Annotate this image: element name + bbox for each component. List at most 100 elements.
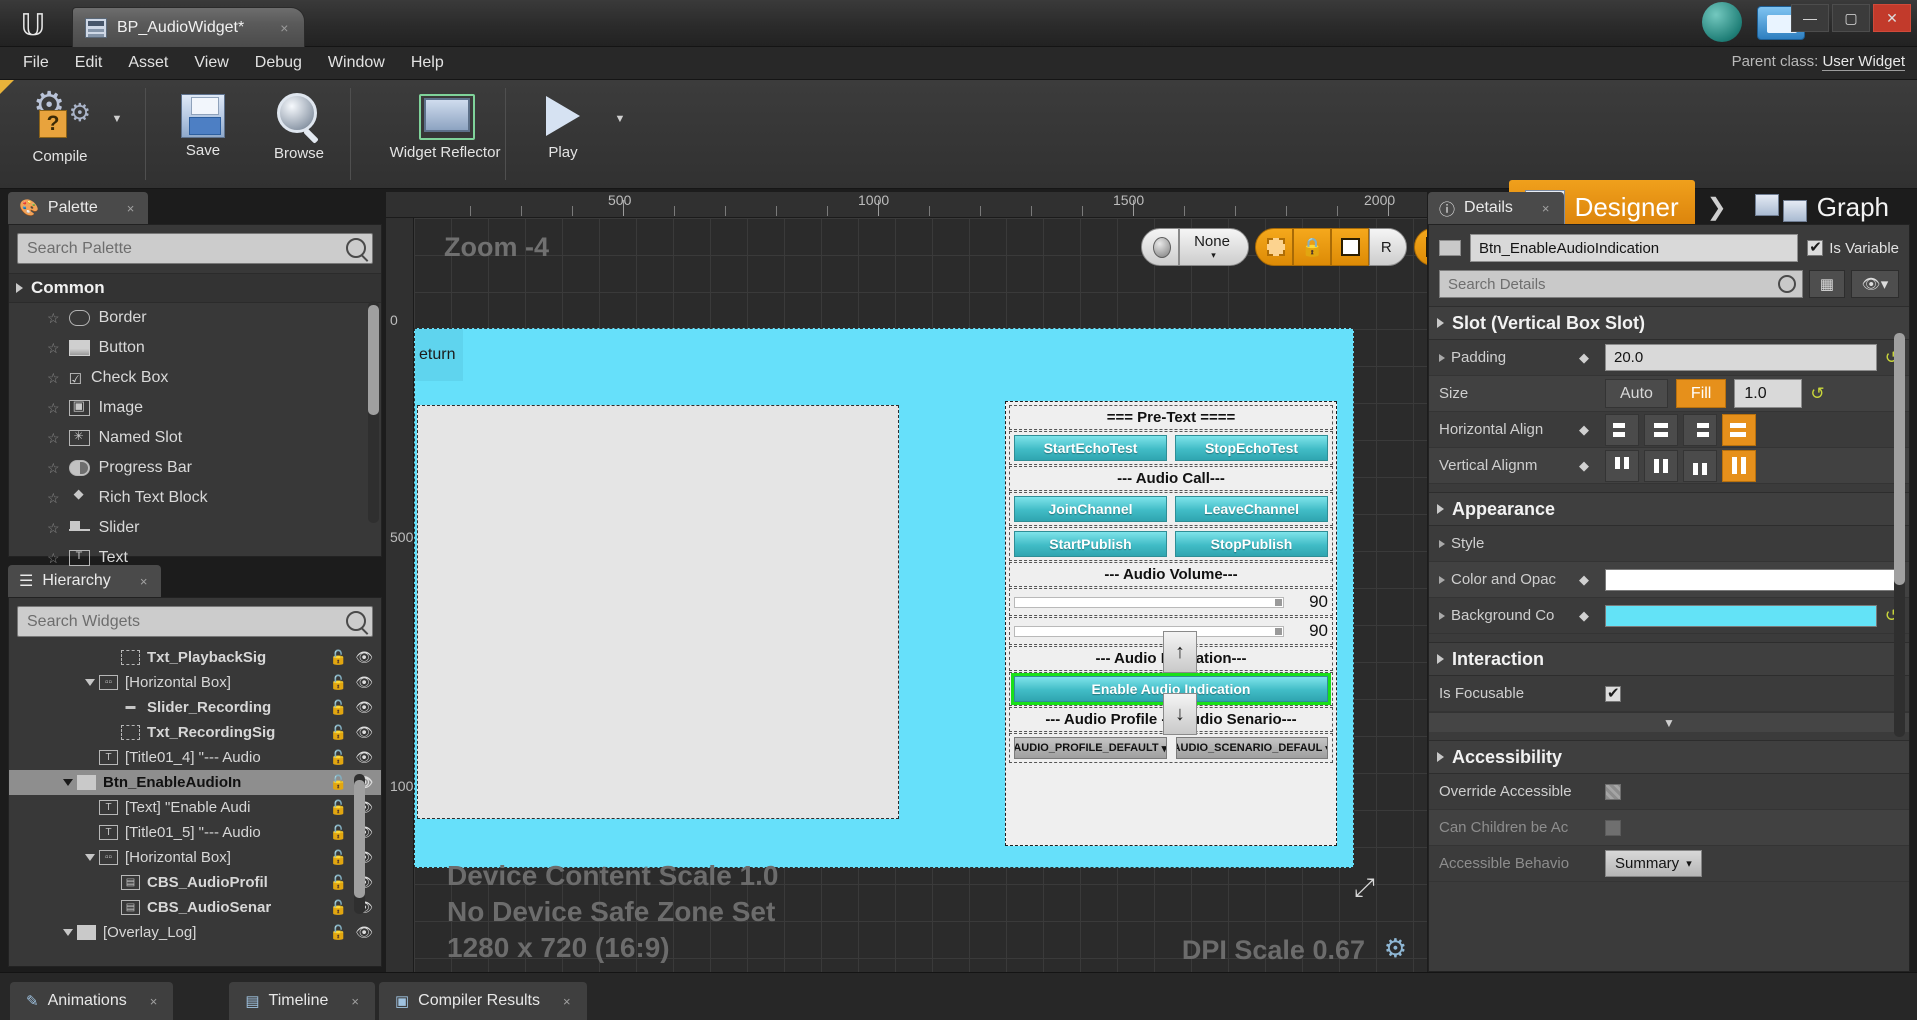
hierarchy-row[interactable]: T[Title01_5] "--- Audio🔓👁 bbox=[9, 820, 381, 845]
preview-button-stoppublish[interactable]: StopPublish bbox=[1175, 531, 1328, 557]
bind-pin-icon[interactable]: ◆ bbox=[1579, 572, 1595, 588]
palette-item-named-slot[interactable]: ☆ Named Slot bbox=[9, 423, 381, 453]
favorite-star-icon[interactable]: ☆ bbox=[47, 310, 60, 327]
favorite-star-icon[interactable]: ☆ bbox=[47, 520, 60, 537]
unlock-icon[interactable]: 🔓 bbox=[330, 899, 347, 916]
r-button[interactable]: R bbox=[1369, 228, 1408, 266]
unlock-icon[interactable]: 🔓 bbox=[330, 674, 347, 691]
bind-pin-icon[interactable]: ◆ bbox=[1579, 608, 1595, 624]
tab-compiler-results[interactable]: ▣ Compiler Results × bbox=[378, 982, 587, 1020]
hierarchy-row-selected[interactable]: Btn_EnableAudioIn🔓👁 bbox=[9, 770, 381, 795]
close-icon[interactable]: × bbox=[1542, 201, 1550, 216]
canvas-grid[interactable]: Zoom -4 None ▾ 🔒 R 4 ▾ bbox=[414, 218, 1427, 972]
menu-window[interactable]: Window bbox=[315, 50, 398, 76]
close-icon[interactable]: × bbox=[127, 201, 135, 216]
hierarchy-row[interactable]: ▫▫[Horizontal Box]🔓👁 bbox=[9, 670, 381, 695]
expander-icon[interactable] bbox=[63, 779, 73, 786]
preview-button-joinchannel[interactable]: JoinChannel bbox=[1014, 496, 1167, 522]
align-fill-button[interactable] bbox=[1722, 413, 1756, 446]
favorite-star-icon[interactable]: ☆ bbox=[47, 490, 60, 507]
hierarchy-row[interactable]: [Overlay_Log] 🔓 👁 bbox=[9, 920, 381, 945]
palette-item-border[interactable]: ☆ Border bbox=[9, 303, 381, 333]
color-swatch[interactable] bbox=[1605, 604, 1877, 627]
search-widgets-input[interactable]: Search Widgets bbox=[17, 606, 373, 637]
palette-category-common[interactable]: Common bbox=[9, 273, 381, 303]
unlock-icon[interactable]: 🔓 bbox=[330, 924, 347, 941]
eye-icon[interactable]: 👁 bbox=[355, 749, 373, 766]
browse-button[interactable]: Browse bbox=[251, 80, 347, 184]
favorite-star-icon[interactable]: ☆ bbox=[47, 460, 60, 477]
preview-button-startpublish[interactable]: StartPublish bbox=[1014, 531, 1167, 557]
is-focusable-checkbox[interactable] bbox=[1605, 684, 1621, 702]
menu-file[interactable]: File bbox=[10, 50, 62, 76]
volume-slider[interactable] bbox=[1014, 596, 1284, 608]
favorite-star-icon[interactable]: ☆ bbox=[47, 370, 60, 387]
menu-asset[interactable]: Asset bbox=[115, 50, 181, 76]
expander-icon[interactable] bbox=[63, 929, 73, 936]
revert-icon[interactable]: ↺ bbox=[1810, 384, 1824, 404]
close-window-button[interactable]: ✕ bbox=[1873, 4, 1911, 32]
bind-pin-icon[interactable]: ◆ bbox=[1579, 422, 1595, 438]
align-top-button[interactable] bbox=[1605, 449, 1639, 482]
can-children-accessible-checkbox[interactable] bbox=[1605, 819, 1621, 836]
details-scrollbar[interactable] bbox=[1894, 333, 1905, 737]
align-fill-button[interactable] bbox=[1722, 449, 1756, 482]
hierarchy-row[interactable]: ▫▫[Horizontal Box]🔓👁 bbox=[9, 845, 381, 870]
close-icon[interactable]: × bbox=[351, 994, 359, 1009]
tab-details[interactable]: ⓘ Details × bbox=[1428, 192, 1564, 224]
fill-button[interactable] bbox=[1331, 228, 1370, 266]
menu-help[interactable]: Help bbox=[398, 50, 457, 76]
size-auto-button[interactable]: Auto bbox=[1605, 379, 1668, 408]
unlock-icon[interactable]: 🔓 bbox=[330, 699, 347, 716]
fill-value-input[interactable]: 1.0 bbox=[1734, 379, 1803, 408]
hierarchy-row[interactable]: T[Text] "Enable Audi🔓👁 bbox=[9, 795, 381, 820]
volume-slider[interactable] bbox=[1014, 625, 1284, 637]
preview-button-stopechotest[interactable]: StopEchoTest bbox=[1175, 435, 1328, 461]
unlock-icon[interactable]: 🔓 bbox=[330, 799, 347, 816]
hierarchy-scrollbar[interactable] bbox=[354, 774, 365, 914]
asset-tab-bp-audiowidget[interactable]: BP_AudioWidget* × bbox=[72, 7, 306, 47]
search-details-input[interactable]: Search Details bbox=[1439, 270, 1803, 298]
hierarchy-row[interactable]: Txt_PlaybackSig 🔓 👁 bbox=[9, 645, 381, 670]
details-section-slot-vertical-box-slot-[interactable]: Slot (Vertical Box Slot) bbox=[1429, 306, 1909, 340]
details-section-appearance[interactable]: Appearance bbox=[1429, 492, 1909, 526]
palette-scrollbar[interactable] bbox=[368, 301, 379, 523]
preview-combobox[interactable]: AUDIO_SCENARIO_DEFAUL▾ bbox=[1175, 737, 1328, 759]
favorite-star-icon[interactable]: ☆ bbox=[47, 340, 60, 357]
details-section-accessibility[interactable]: Accessibility bbox=[1429, 740, 1909, 774]
grid-view-button[interactable]: ▦ bbox=[1809, 270, 1845, 298]
unlock-icon[interactable]: 🔓 bbox=[330, 649, 347, 666]
menu-edit[interactable]: Edit bbox=[62, 50, 116, 76]
close-icon[interactable]: × bbox=[150, 994, 158, 1009]
unlock-icon[interactable]: 🔓 bbox=[330, 749, 347, 766]
close-icon[interactable]: × bbox=[563, 994, 571, 1009]
gear-icon[interactable]: ⚙ bbox=[1384, 933, 1407, 964]
chevron-down-icon[interactable]: ▼ bbox=[108, 80, 126, 184]
eye-icon[interactable]: 👁 bbox=[355, 674, 373, 691]
close-icon[interactable]: × bbox=[280, 20, 288, 36]
palette-item-button[interactable]: ☆ Button bbox=[9, 333, 381, 363]
expander-icon[interactable] bbox=[85, 679, 95, 686]
minimize-button[interactable]: — bbox=[1791, 4, 1829, 32]
palette-item-slider[interactable]: ☆ Slider bbox=[9, 513, 381, 543]
tab-timeline[interactable]: ▤ Timeline × bbox=[229, 982, 375, 1020]
log-overlay-box[interactable] bbox=[417, 405, 899, 819]
padding-input[interactable]: 20.0 bbox=[1605, 344, 1877, 371]
play-chevron-down-icon[interactable]: ▼ bbox=[611, 80, 629, 184]
palette-item-image[interactable]: ☆ Image bbox=[9, 393, 381, 423]
search-palette-input[interactable]: Search Palette bbox=[17, 233, 373, 264]
color-swatch[interactable] bbox=[1605, 568, 1899, 591]
widget-name-input[interactable]: Btn_EnableAudioIndication bbox=[1470, 234, 1799, 262]
globe-button[interactable] bbox=[1141, 228, 1179, 266]
parent-class-value[interactable]: User Widget bbox=[1822, 53, 1905, 71]
tab-palette[interactable]: 🎨 Palette × bbox=[8, 192, 149, 224]
bind-pin-icon[interactable]: ◆ bbox=[1579, 350, 1595, 366]
unlock-icon[interactable]: 🔓 bbox=[330, 774, 347, 791]
menu-debug[interactable]: Debug bbox=[242, 50, 315, 76]
canvas-resize-handle[interactable]: ⤢ bbox=[1354, 872, 1375, 904]
scrollbar-thumb[interactable] bbox=[354, 780, 365, 898]
details-section-interaction[interactable]: Interaction bbox=[1429, 642, 1909, 676]
align-center-button[interactable] bbox=[1644, 449, 1678, 482]
scrollbar-thumb[interactable] bbox=[1894, 333, 1905, 585]
lock-button[interactable]: 🔒 bbox=[1293, 228, 1332, 266]
